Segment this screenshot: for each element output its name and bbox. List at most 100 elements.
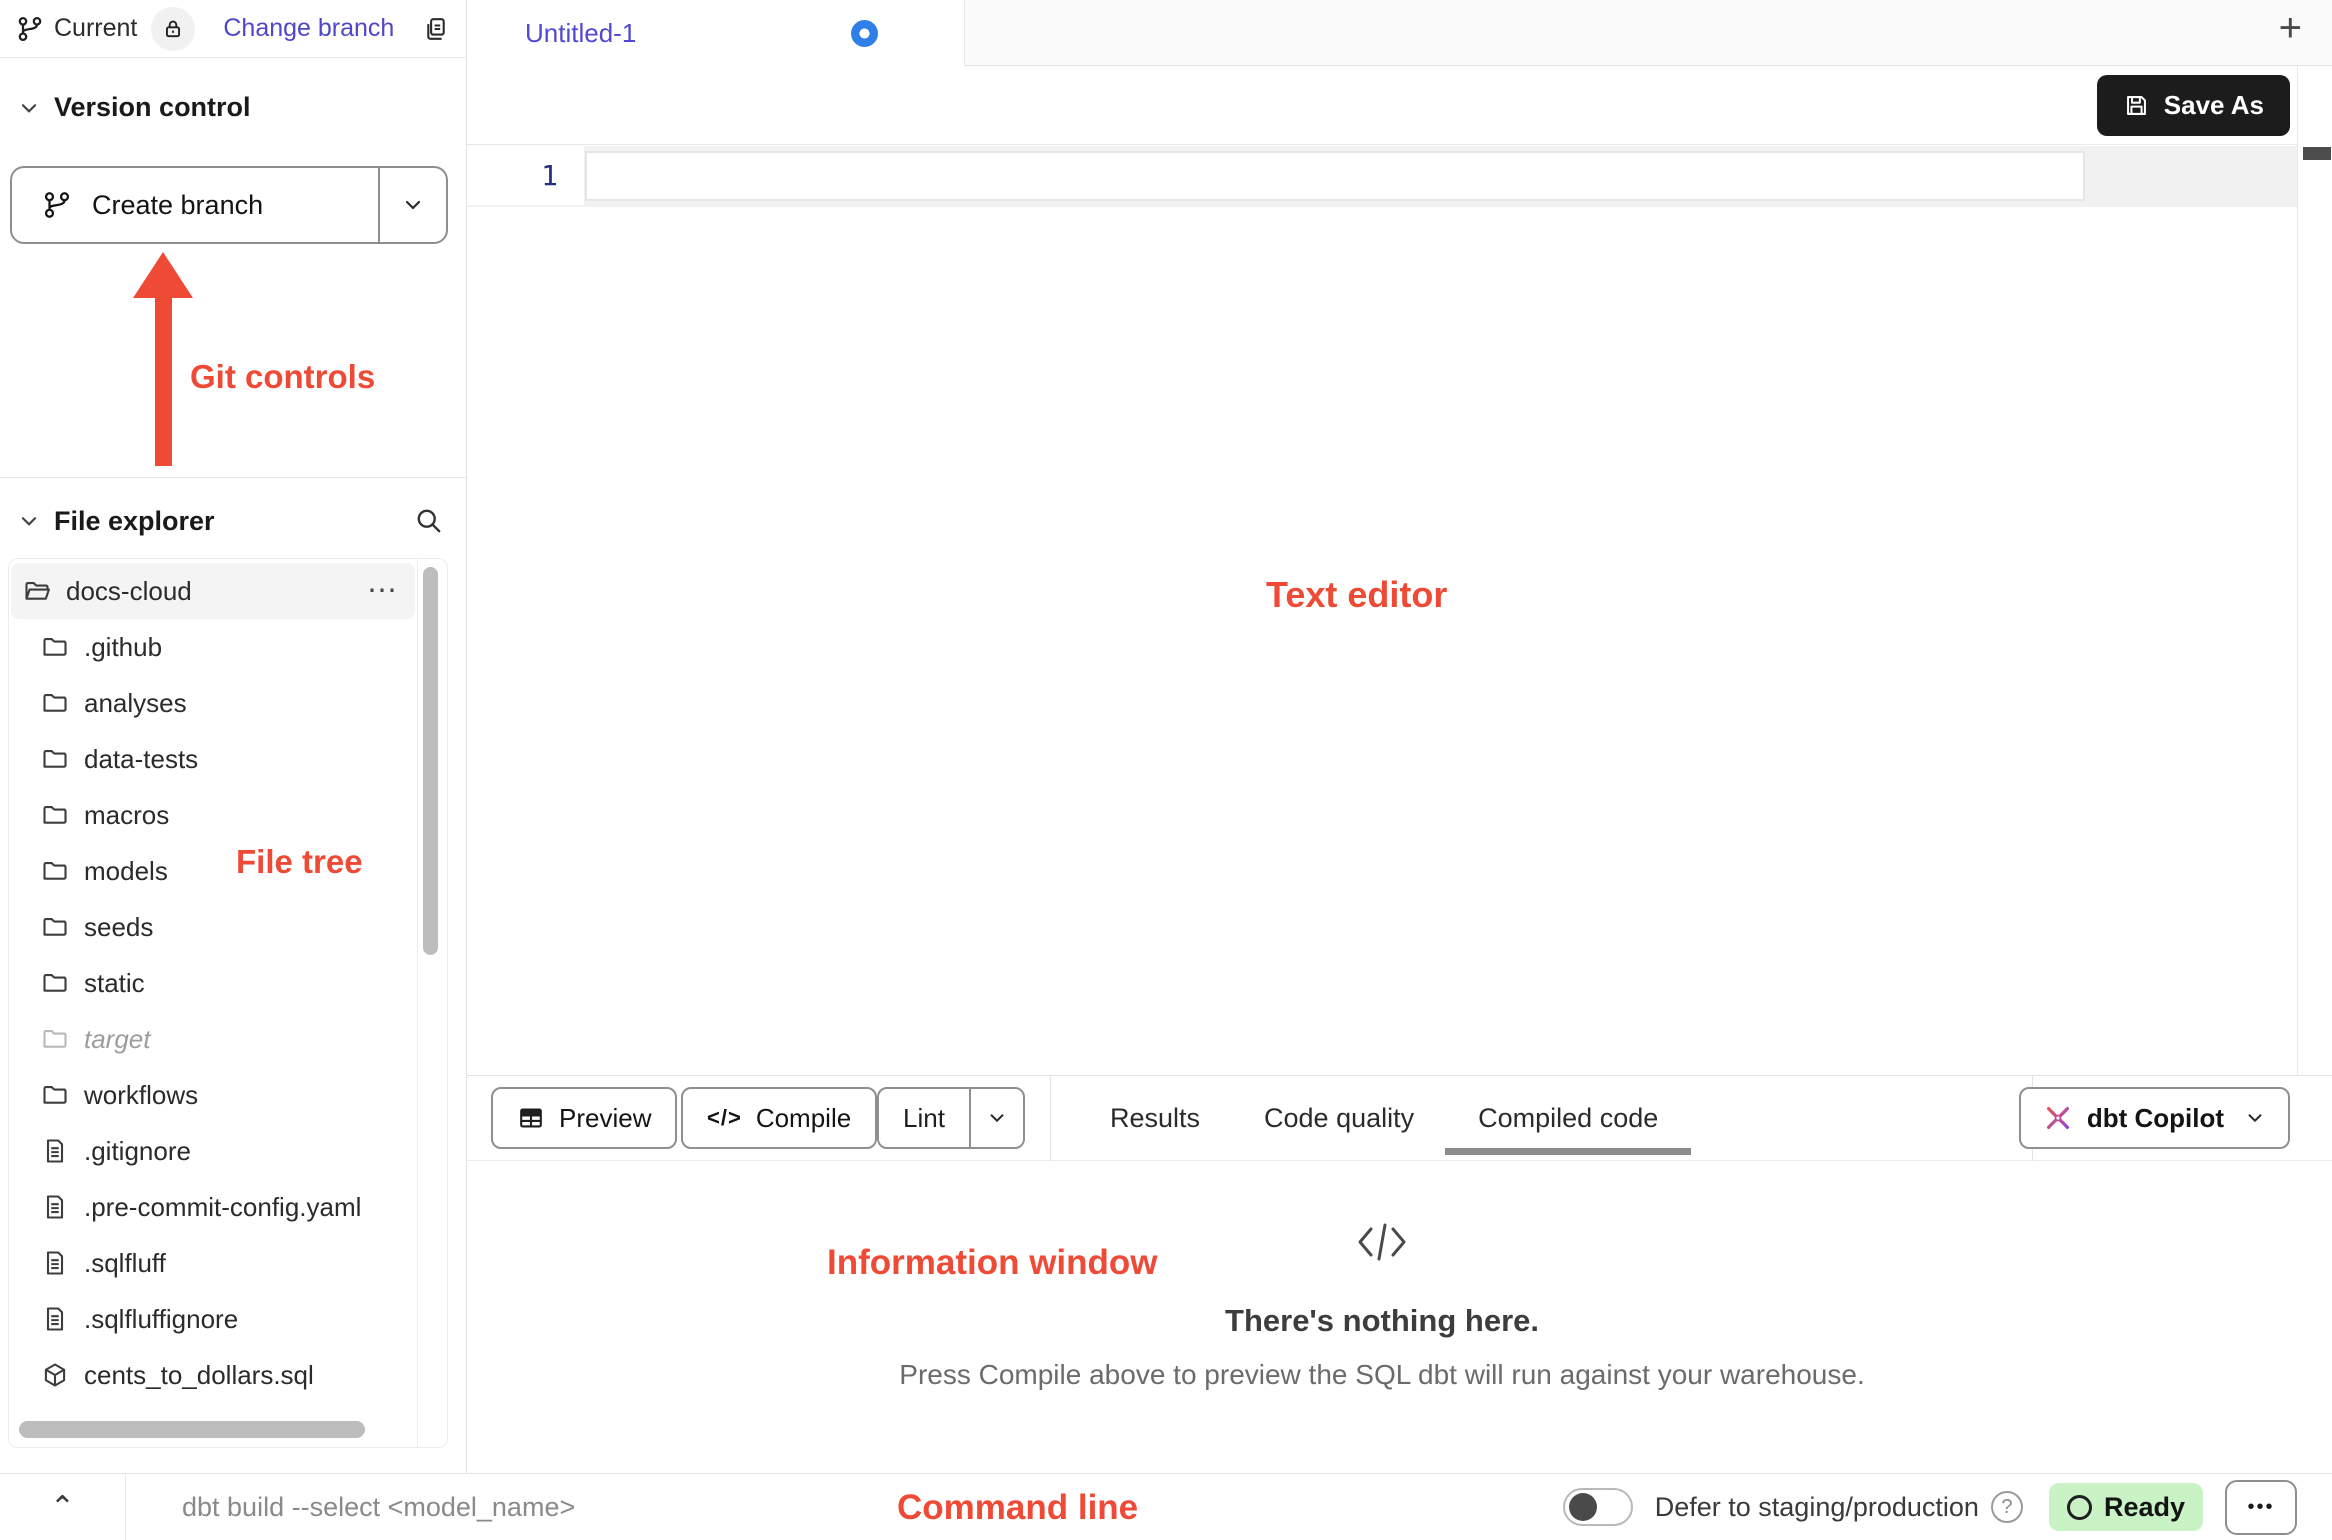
file-name: models [84,856,168,887]
line-number-gutter: 1 [467,146,584,205]
editor-current-line[interactable] [585,151,2085,201]
save-icon [2123,92,2150,119]
result-tabs: Results Code quality Compiled code [1110,1076,1658,1161]
file-name: macros [84,800,169,831]
file-tree-panel: docs-cloud ⋯ .github analyses data-tests [8,558,448,1448]
file-tree-item[interactable]: .sqlfluffignore [11,1291,415,1347]
change-branch-link[interactable]: Change branch [223,14,394,43]
information-pane-toolbar: Preview </> Compile Lint Results Code qu… [467,1076,2332,1161]
sidebar: Current Change branch [0,0,467,1474]
tab-label: Results [1110,1103,1200,1134]
file-tree-item[interactable]: analyses [11,675,415,731]
empty-state-subtitle: Press Compile above to preview the SQL d… [467,1359,2297,1391]
create-branch-caret[interactable] [380,168,446,242]
file-tree-item[interactable]: .gitignore [11,1123,415,1179]
editor-active-line-strip: 1 [467,146,2297,207]
folder-icon [41,633,69,661]
file-tree-item[interactable]: .pre-commit-config.yaml [11,1179,415,1235]
unsaved-indicator-dot [851,20,878,47]
file-tree-item-target[interactable]: target [11,1011,415,1067]
tab-compiled-code[interactable]: Compiled code [1478,1076,1658,1161]
more-options-button[interactable]: ••• [2225,1480,2297,1535]
command-input[interactable]: dbt build --select <model_name> [182,1492,575,1523]
defer-toggle[interactable] [1563,1488,1633,1526]
copy-icon[interactable] [422,15,450,43]
dbt-cloud-ide: Current Change branch [0,0,2332,1540]
defer-label: Defer to staging/production [1655,1492,1979,1523]
tab-code-quality[interactable]: Code quality [1264,1076,1414,1161]
editor-tab-bar: Untitled-1 + [467,0,2332,66]
annotation-text-editor: Text editor [1266,574,1447,616]
file-tree-horizontal-scrollbar[interactable] [19,1421,365,1438]
annotation-arrow [155,294,172,466]
empty-state-title: There's nothing here. [467,1303,2297,1339]
folder-icon [41,1025,69,1053]
lint-split-button[interactable]: Lint [877,1087,1025,1149]
version-control-header[interactable]: Version control [18,92,251,123]
editor-scrollbar-thumb[interactable] [2303,147,2331,160]
file-name: workflows [84,1080,198,1111]
annotation-arrow-head [133,252,193,298]
file-explorer-header[interactable]: File explorer [18,496,444,546]
toolbar-divider [1050,1076,1051,1161]
lint-label[interactable]: Lint [879,1089,969,1147]
editor-scrollbar-track[interactable] [2297,66,2332,1075]
editor-toolbar: Save As [467,66,2332,145]
annotation-command-line: Command line [897,1488,1138,1528]
dbt-copilot-button[interactable]: dbt Copilot [2019,1087,2290,1149]
file-name: cents_to_dollars.sql [84,1360,314,1391]
file-icon [41,1193,69,1221]
preview-button[interactable]: Preview [491,1087,677,1149]
file-tree-item[interactable]: .sqlfluff [11,1235,415,1291]
file-name: .pre-commit-config.yaml [84,1192,361,1223]
lint-caret[interactable] [971,1089,1023,1147]
code-brackets-icon [1355,1217,1409,1267]
save-as-button[interactable]: Save As [2097,75,2290,136]
status-controls: Defer to staging/production ? Ready ••• [1563,1480,2297,1535]
create-branch-label: Create branch [92,190,263,221]
branch-readonly-badge[interactable] [151,7,195,51]
annotation-file-tree: File tree [236,843,363,881]
file-tree-item[interactable]: data-tests [11,731,415,787]
folder-icon [41,857,69,885]
help-icon[interactable]: ? [1991,1491,2023,1523]
file-tree-item[interactable]: workflows [11,1067,415,1123]
toggle-knob [1569,1493,1597,1521]
compile-label: Compile [756,1103,851,1134]
code-icon: </> [707,1105,742,1131]
panel-border [417,559,418,1447]
file-name: target [84,1024,151,1055]
expand-command-history-button[interactable]: ⌃ [0,1474,126,1540]
file-tree-item[interactable]: macros [11,787,415,843]
file-tree-item[interactable]: seeds [11,899,415,955]
file-tree-root-docs-cloud[interactable]: docs-cloud ⋯ [11,563,415,619]
file-tree-item[interactable]: cents_to_dollars.sql [11,1347,415,1403]
sidebar-divider [0,477,466,478]
command-bar: ⌃ dbt build --select <model_name> Defer … [0,1473,2332,1540]
file-icon [41,1305,69,1333]
file-tree-item[interactable]: static [11,955,415,1011]
tab-results[interactable]: Results [1110,1076,1200,1161]
information-pane: Preview </> Compile Lint Results Code qu… [467,1075,2332,1473]
folder-icon [41,689,69,717]
empty-state: There's nothing here. Press Compile abov… [467,1161,2297,1473]
file-tree: docs-cloud ⋯ .github analyses data-tests [11,563,415,1403]
git-branch-icon [16,15,44,43]
file-name: .sqlfluffignore [84,1304,238,1335]
preview-label: Preview [559,1103,651,1134]
chevron-down-icon [18,97,40,119]
ready-status-icon [2067,1495,2092,1520]
create-branch-button[interactable]: Create branch [10,166,448,244]
compile-button[interactable]: </> Compile [681,1087,877,1149]
status-badge[interactable]: Ready [2049,1483,2203,1531]
tab-untitled-1[interactable]: Untitled-1 [467,0,965,66]
file-icon [41,1249,69,1277]
search-icon[interactable] [414,506,444,536]
git-header: Current Change branch [0,0,466,58]
new-tab-button[interactable]: + [2279,6,2302,51]
table-icon [517,1104,545,1132]
file-name: data-tests [84,744,198,775]
version-control-title: Version control [54,92,251,123]
file-tree-vertical-scrollbar[interactable] [423,567,438,955]
file-tree-item[interactable]: .github [11,619,415,675]
